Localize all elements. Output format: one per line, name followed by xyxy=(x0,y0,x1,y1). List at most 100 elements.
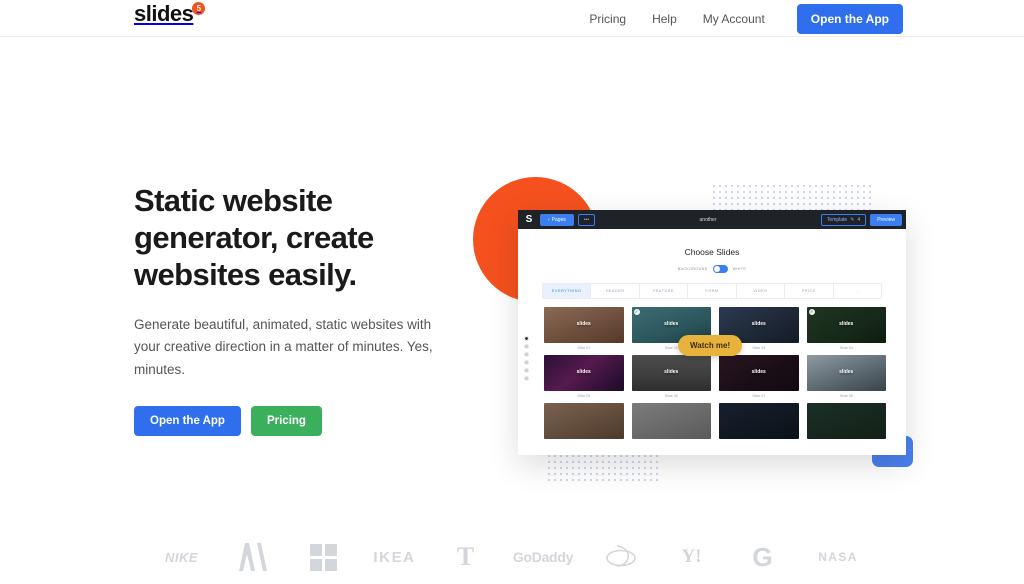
mockup-body: Choose Slides BACKGROUND WHITE EVERYTHIN… xyxy=(518,229,906,455)
mockup-pages-label: Pages xyxy=(551,216,566,223)
mockup-tab-price[interactable]: PRICE xyxy=(785,284,834,298)
mockup-tab-everything[interactable]: EVERYTHING xyxy=(543,284,592,298)
open-the-app-button[interactable]: Open the App xyxy=(796,3,903,34)
hero-pricing-button[interactable]: Pricing xyxy=(250,405,322,436)
google-icon: G xyxy=(752,541,773,572)
hero-open-the-app-button[interactable]: Open the App xyxy=(134,405,241,436)
dot-grid-bottom-left-decoration xyxy=(546,453,658,483)
mockup-tab-form[interactable]: FORM xyxy=(688,284,737,298)
brand-logo[interactable]: slides 5 xyxy=(134,1,206,27)
mockup-slide-cell[interactable]: slides Slide 05 xyxy=(544,355,624,398)
mockup-slide-cell[interactable]: slides ✓ Slide 04 xyxy=(806,307,886,350)
mockup-category-tabs: EVERYTHING HEADER FEATURE FORM VIDEO PRICE… xyxy=(542,283,882,299)
mockup-rail-dot[interactable] xyxy=(524,352,529,357)
mockup-tab-video[interactable]: VIDEO xyxy=(737,284,786,298)
mockup-rail-dot[interactable] xyxy=(524,336,529,341)
brand-logo-tmobile: T xyxy=(430,537,501,577)
mockup-document-title: another xyxy=(699,216,717,223)
mockup-slide-caption: Slide 01 xyxy=(577,346,591,350)
mockup-tab-feature[interactable]: FEATURE xyxy=(640,284,689,298)
hero-section: Static website generator, create website… xyxy=(0,37,1024,507)
tmobile-icon: T xyxy=(456,542,475,571)
mockup-slide-thumbnail[interactable] xyxy=(719,403,799,439)
mockup-toolbar: S ‹ Pages ••• another Template ✎ 4 Previ… xyxy=(518,210,906,229)
mockup-left-rail xyxy=(524,336,529,381)
pencil-icon: ✎ xyxy=(850,216,855,223)
mockup-pages-button[interactable]: ‹ Pages xyxy=(540,213,574,226)
site-header: slides 5 Pricing Help My Account Open th… xyxy=(0,0,1024,37)
brand-logo-badge: 5 xyxy=(192,2,206,15)
mockup-slide-thumb-logo: slides xyxy=(664,321,679,328)
brand-logo-yahoo: Y! xyxy=(656,537,727,577)
mockup-template-label: Template xyxy=(826,216,848,223)
brand-logo-nike: NIKE xyxy=(146,537,217,577)
page-title: Static website generator, create website… xyxy=(134,183,374,293)
mockup-slide-caption: Slide 07 xyxy=(752,394,766,398)
mockup-slide-thumbnail[interactable] xyxy=(631,403,711,439)
ikea-icon: IKEA xyxy=(373,548,416,566)
mockup-slide-cell[interactable]: slides Slide 08 xyxy=(806,355,886,398)
mockup-slide-cell[interactable] xyxy=(806,403,886,442)
mockup-slide-thumbnail[interactable]: slides xyxy=(544,307,624,343)
brand-logo-google: G xyxy=(727,537,798,577)
hero-copy: Static website generator, create website… xyxy=(134,182,434,436)
mockup-slide-thumbnail[interactable]: slides xyxy=(719,355,799,391)
mockup-slide-caption: Slide 05 xyxy=(577,394,591,398)
customer-logo-strip: NIKE IKEA T GoDaddy Y! G NASA xyxy=(0,530,1024,584)
mockup-slide-thumb-logo: slides xyxy=(576,321,591,328)
check-icon: ✓ xyxy=(633,309,640,315)
mockup-rail-dot[interactable] xyxy=(524,368,529,373)
brand-logo-nasa: NASA xyxy=(798,537,878,577)
disney-icon xyxy=(605,545,636,567)
mockup-template-button[interactable]: Template ✎ 4 xyxy=(820,213,867,226)
godaddy-icon: GoDaddy xyxy=(512,549,574,565)
mockup-template-count: 4 xyxy=(857,216,861,223)
mockup-preview-button[interactable]: Preview xyxy=(870,213,902,226)
mockup-slide-thumbnail[interactable]: slides xyxy=(631,355,711,391)
watch-me-tooltip[interactable]: Watch me! xyxy=(678,335,743,356)
mockup-tab-header[interactable]: HEADER xyxy=(591,284,640,298)
nav-link-pricing[interactable]: Pricing xyxy=(589,12,626,26)
mockup-slide-cell[interactable] xyxy=(544,403,624,442)
mockup-rail-dot[interactable] xyxy=(524,376,529,381)
mockup-heading: Choose Slides xyxy=(684,247,740,257)
mockup-slide-cell[interactable]: slides Slide 07 xyxy=(719,355,799,398)
yahoo-icon: Y! xyxy=(681,546,702,567)
mockup-slide-caption: Slide 08 xyxy=(839,394,853,398)
brand-logo-disney xyxy=(585,537,656,577)
mockup-slide-thumbnail[interactable]: slides xyxy=(806,355,886,391)
hero-subheading: Generate beautiful, animated, static web… xyxy=(134,316,433,377)
mockup-slide-thumbnail[interactable] xyxy=(544,403,624,439)
mockup-slide-caption: Slide 04 xyxy=(839,346,853,350)
nav-link-help[interactable]: Help xyxy=(652,12,677,26)
brand-logo-adobe xyxy=(217,537,288,577)
mockup-more-button[interactable]: ••• xyxy=(577,213,596,226)
mockup-slide-thumb-logo: slides xyxy=(751,321,766,328)
mockup-background-toggle[interactable] xyxy=(712,265,728,273)
mockup-slide-thumb-logo: slides xyxy=(576,369,591,376)
mockup-slide-thumb-logo: slides xyxy=(664,369,679,376)
check-icon: ✓ xyxy=(808,309,815,315)
mockup-slide-cell[interactable]: slides Slide 06 xyxy=(631,355,711,398)
nasa-icon: NASA xyxy=(818,550,858,564)
nike-icon: NIKE xyxy=(164,549,199,565)
mockup-slide-thumbnail[interactable]: slides ✓ xyxy=(806,307,886,343)
mockup-toggle-left-label: BACKGROUND xyxy=(677,267,708,271)
nav-link-my-account[interactable]: My Account xyxy=(703,12,765,26)
mockup-rail-dot[interactable] xyxy=(524,360,529,365)
adobe-icon xyxy=(238,543,267,571)
microsoft-icon xyxy=(310,543,337,571)
mockup-slide-cell[interactable] xyxy=(631,403,711,442)
app-screenshot-mockup: S ‹ Pages ••• another Template ✎ 4 Previ… xyxy=(518,210,906,455)
mockup-slide-cell[interactable] xyxy=(719,403,799,442)
mockup-tab-[interactable]: … xyxy=(834,284,881,298)
mockup-slide-thumbnail[interactable] xyxy=(806,403,886,439)
mockup-background-toggle-row: BACKGROUND WHITE xyxy=(518,265,906,273)
main-nav: Pricing Help My Account Open the App xyxy=(589,0,903,37)
mockup-slide-grid: slides Slide 01 slides ✓ Slide 02 slides Slide… xyxy=(544,307,886,442)
chevron-left-icon: ‹ xyxy=(548,216,550,223)
mockup-slide-thumbnail[interactable]: slides xyxy=(544,355,624,391)
mockup-slide-cell[interactable]: slides Slide 01 xyxy=(544,307,624,350)
mockup-rail-dot[interactable] xyxy=(524,344,529,349)
mockup-slide-thumb-logo: slides xyxy=(839,321,854,328)
